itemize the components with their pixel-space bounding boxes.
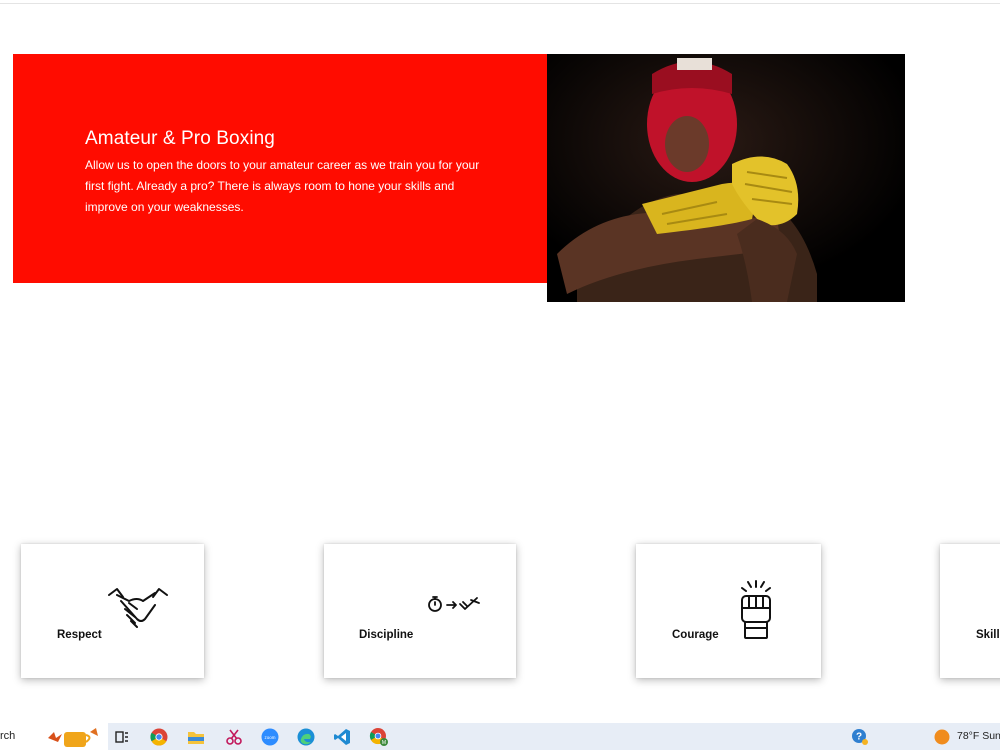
weather-text[interactable]: 78°F Sunny <box>957 730 1000 742</box>
help-icon[interactable]: ? <box>850 727 870 747</box>
handshake-icon <box>108 588 168 628</box>
vscode-icon[interactable] <box>332 727 352 747</box>
svg-text:zoom: zoom <box>264 735 275 740</box>
edge-icon[interactable] <box>296 727 316 747</box>
value-label-discipline: Discipline <box>359 629 414 641</box>
task-view-icon[interactable] <box>112 727 132 747</box>
windows-taskbar: rch zoom M ? 78°F Sun <box>0 723 1000 750</box>
value-label-skill: Skill <box>976 629 1000 641</box>
value-card-skill: Skill <box>940 544 1000 678</box>
value-card-discipline: Discipline <box>324 544 516 678</box>
value-label-respect: Respect <box>57 629 102 641</box>
chrome-icon[interactable] <box>149 727 169 747</box>
widget-mug-icon[interactable] <box>46 727 102 747</box>
snipping-tool-icon[interactable] <box>224 727 244 747</box>
hero-description: Allow us to open the doors to your amate… <box>85 158 480 214</box>
taskbar-search-text: rch <box>0 730 16 742</box>
hero-title: Amateur & Pro Boxing <box>85 128 275 149</box>
file-explorer-icon[interactable] <box>186 727 206 747</box>
weather-sun-icon[interactable] <box>932 727 952 747</box>
value-card-respect: Respect <box>21 544 204 678</box>
zoom-icon[interactable]: zoom <box>260 727 280 747</box>
browser-top-border <box>0 3 1000 4</box>
value-label-courage: Courage <box>672 629 719 641</box>
stopwatch-check-icon <box>428 596 480 612</box>
fist-icon <box>741 580 771 639</box>
value-card-courage: Courage <box>636 544 821 678</box>
hero-boxer-photo <box>547 54 905 302</box>
svg-text:M: M <box>382 740 386 746</box>
chrome-profile-icon[interactable]: M <box>369 727 389 747</box>
hero-text-panel: Amateur & Pro Boxing Allow us to open th… <box>13 54 549 283</box>
svg-text:?: ? <box>856 732 862 743</box>
